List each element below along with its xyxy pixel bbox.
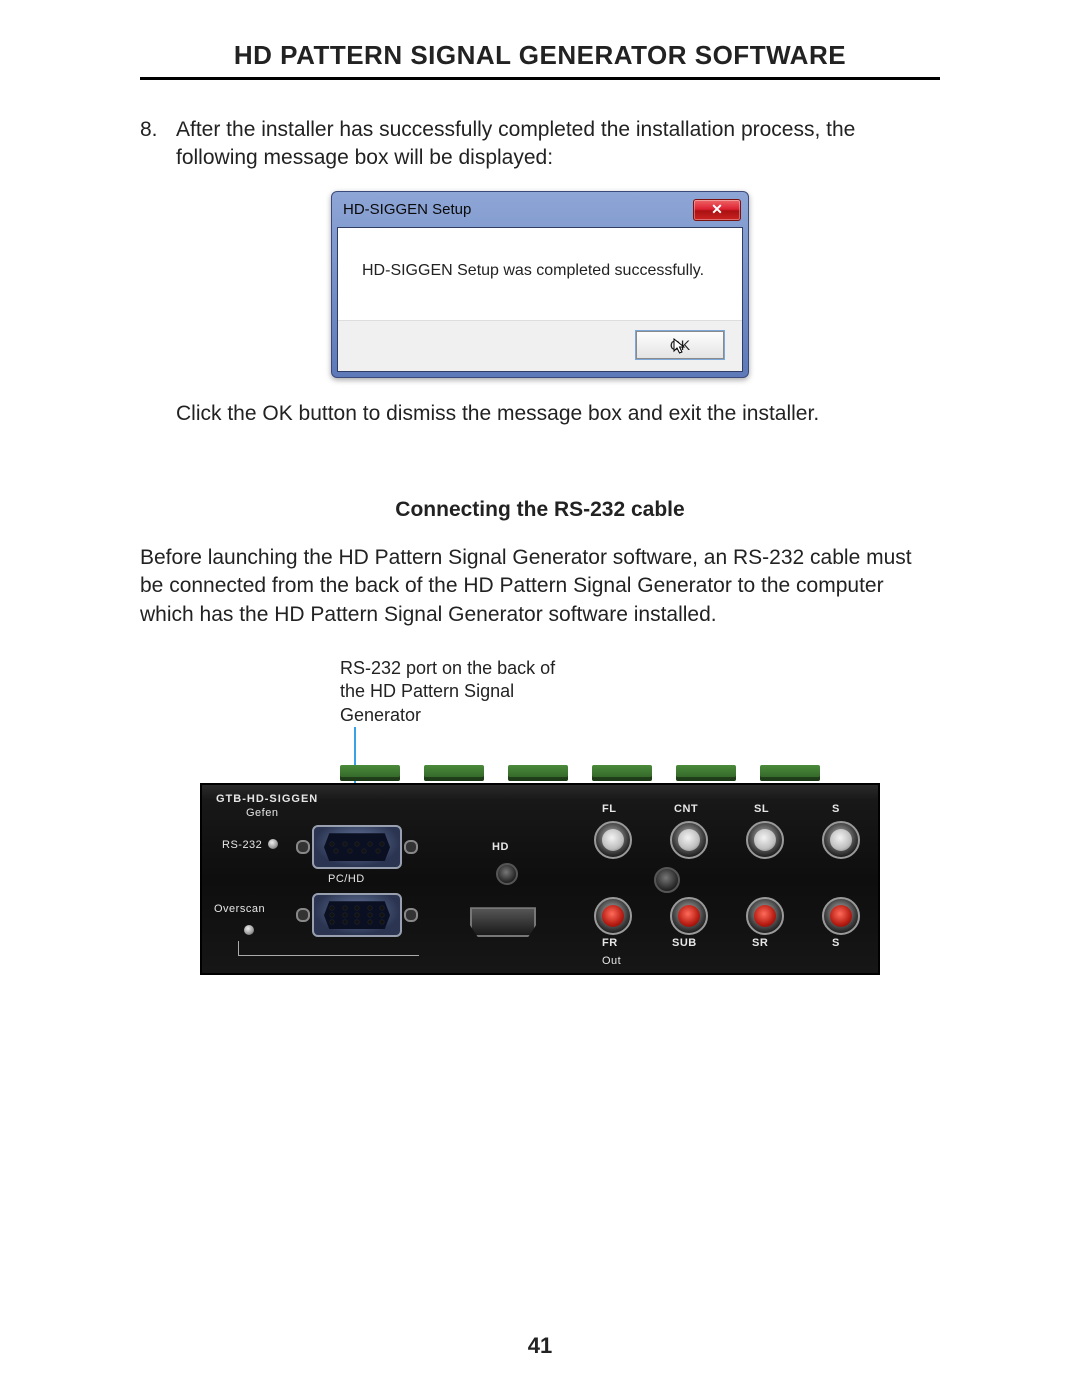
s-top-label: S <box>832 803 840 815</box>
hardware-photo: GTB-HD-SIGGEN Gefen RS-232 PC/HD Oversca… <box>200 739 880 975</box>
s-bot-label: S <box>832 937 840 949</box>
screw <box>654 867 680 893</box>
rs232-callout: RS-232 port on the back of the HD Patter… <box>340 657 580 727</box>
section-heading: Connecting the RS-232 cable <box>140 498 940 522</box>
ok-button-label: OK <box>670 337 690 353</box>
ok-button[interactable]: OK <box>636 331 724 359</box>
rca-sr <box>746 897 784 935</box>
cnt-label: CNT <box>674 803 698 815</box>
out-bracket-left <box>238 941 419 956</box>
rs232-label: RS-232 <box>222 839 262 851</box>
rca-s-bot <box>822 897 860 935</box>
close-button[interactable]: ✕ <box>693 199 741 221</box>
fl-label: FL <box>602 803 616 815</box>
setup-complete-dialog: HD-SIGGEN Setup ✕ HD-SIGGEN Setup was co… <box>331 191 749 378</box>
page-number: 41 <box>0 1333 1080 1359</box>
rs232-port <box>312 825 402 869</box>
rca-cnt <box>670 821 708 859</box>
pchd-label: PC/HD <box>328 873 365 885</box>
green-terminal <box>340 765 400 781</box>
dialog-message: HD-SIGGEN Setup was completed successful… <box>338 228 742 321</box>
rca-fr <box>594 897 632 935</box>
hd-label: HD <box>492 841 509 853</box>
dialog-title: HD-SIGGEN Setup <box>343 201 471 218</box>
green-terminal <box>676 765 736 781</box>
vga-port <box>312 893 402 937</box>
rca-fl <box>594 821 632 859</box>
mini-jack <box>496 863 518 885</box>
green-terminal <box>592 765 652 781</box>
green-terminal <box>760 765 820 781</box>
hdmi-port <box>470 907 536 937</box>
rs232-led <box>268 839 278 849</box>
green-terminal <box>508 765 568 781</box>
step-number: 8. <box>140 116 176 173</box>
step-8: 8. After the installer has successfully … <box>140 116 940 173</box>
sr-label: SR <box>752 937 768 949</box>
green-terminal <box>424 765 484 781</box>
rs232-paragraph: Before launching the HD Pattern Signal G… <box>140 544 940 629</box>
overscan-led <box>244 925 254 935</box>
sl-label: SL <box>754 803 769 815</box>
rca-sub <box>670 897 708 935</box>
fr-label: FR <box>602 937 618 949</box>
page-title: HD PATTERN SIGNAL GENERATOR SOFTWARE <box>140 40 940 80</box>
rca-s-top <box>822 821 860 859</box>
sub-label: SUB <box>672 937 697 949</box>
step-text: After the installer has successfully com… <box>176 116 940 173</box>
after-dialog-text: Click the OK button to dismiss the messa… <box>176 400 940 428</box>
model-label: GTB-HD-SIGGEN <box>216 793 318 805</box>
close-icon: ✕ <box>711 201 723 218</box>
rca-sl <box>746 821 784 859</box>
out-label: Out <box>602 955 621 967</box>
overscan-label: Overscan <box>214 903 265 915</box>
brand-label: Gefen <box>246 807 278 819</box>
